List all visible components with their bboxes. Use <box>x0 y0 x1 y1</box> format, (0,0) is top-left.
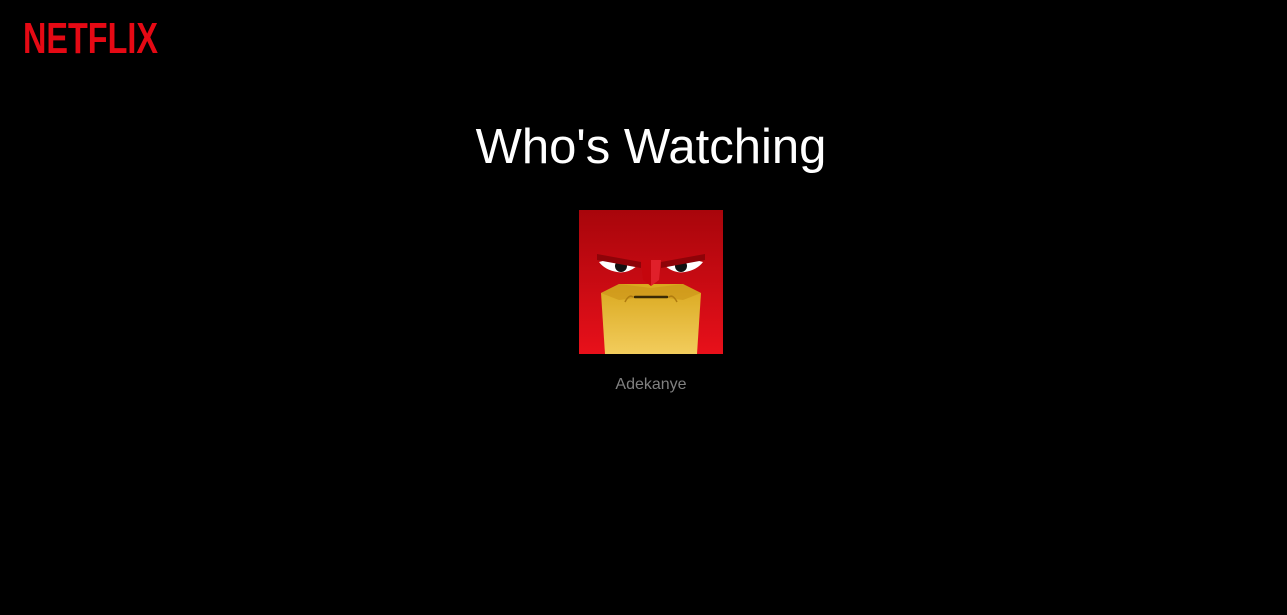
svg-text:NETFLIX: NETFLIX <box>23 16 158 58</box>
netflix-logo-icon: NETFLIX <box>23 16 158 58</box>
netflix-logo[interactable]: NETFLIX <box>23 16 159 58</box>
profile-gate-page: NETFLIX Who's Watching Adekanye <box>0 0 1287 615</box>
red-angry-face-avatar-icon[interactable] <box>579 210 723 354</box>
profile-name[interactable]: Adekanye <box>579 376 723 394</box>
profile-card-adekanye[interactable]: Adekanye <box>579 210 723 394</box>
page-title: Who's Watching <box>475 120 827 174</box>
